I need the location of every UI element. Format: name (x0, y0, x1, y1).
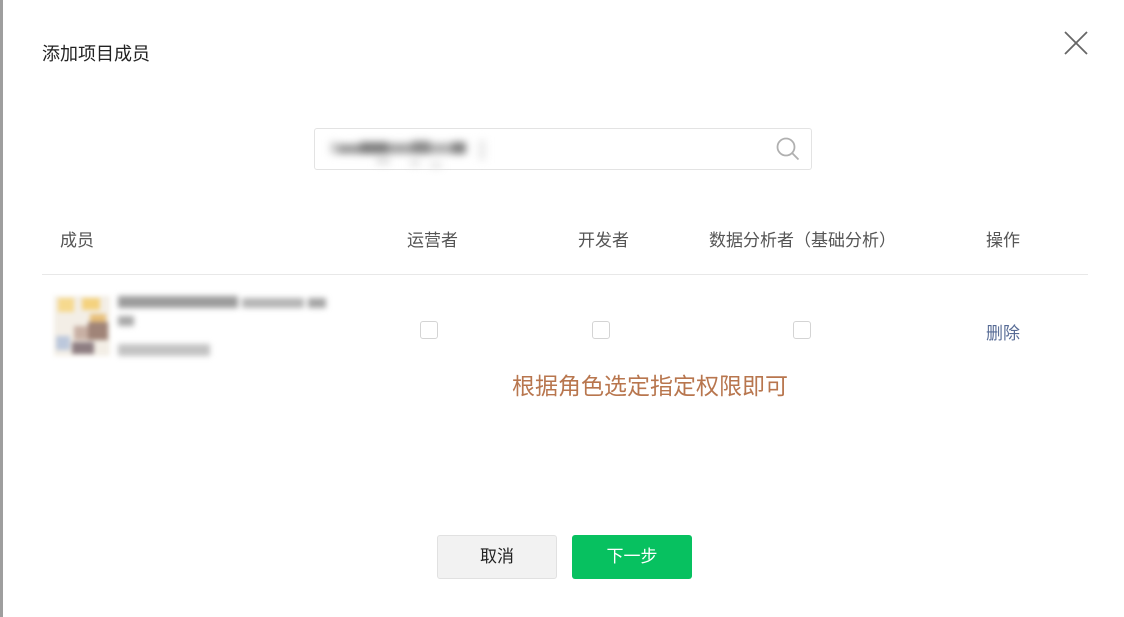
table-header-divider (42, 274, 1088, 275)
member-info-redacted (118, 296, 326, 356)
column-header-action: 操作 (986, 231, 1020, 251)
close-icon[interactable] (1062, 29, 1090, 57)
annotation-note: 根据角色选定指定权限即可 (512, 374, 788, 400)
operator-checkbox[interactable] (420, 321, 438, 339)
cancel-button[interactable]: 取消 (437, 535, 557, 579)
dialog-title: 添加项目成员 (42, 44, 150, 65)
column-header-operator: 运营者 (407, 231, 458, 251)
column-header-data-analyst: 数据分析者（基础分析） (709, 231, 896, 251)
avatar (54, 296, 110, 356)
delete-member-link[interactable]: 删除 (986, 319, 1020, 344)
column-header-member: 成员 (60, 231, 94, 251)
member-search-input[interactable] (329, 137, 773, 163)
next-step-button[interactable]: 下一步 (572, 535, 692, 579)
member-search-box[interactable] (314, 128, 812, 170)
data-analyst-checkbox[interactable] (793, 321, 811, 339)
column-header-developer: 开发者 (578, 231, 629, 251)
window-edge (0, 0, 3, 617)
search-icon[interactable] (775, 136, 801, 162)
developer-checkbox[interactable] (592, 321, 610, 339)
